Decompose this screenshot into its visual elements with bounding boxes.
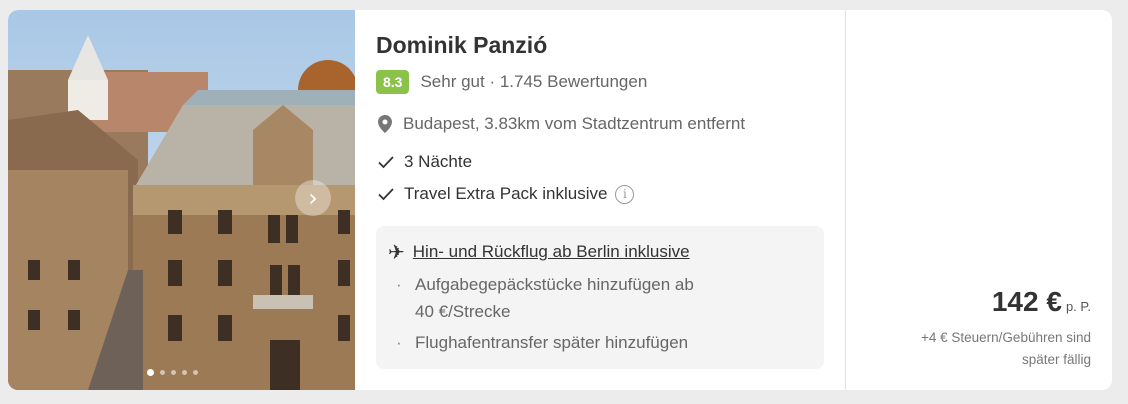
feature-nights: 3 Nächte	[378, 152, 472, 172]
rating-row: 8.3 Sehr gut · 1.745 Bewertungen	[376, 70, 647, 94]
pagination-dot[interactable]	[193, 370, 198, 375]
bullet-text: 40 €/Strecke	[415, 302, 511, 321]
next-image-button[interactable]: ›	[295, 180, 331, 216]
bullet-icon: ·	[396, 275, 402, 294]
rating-text[interactable]: Sehr gut · 1.745 Bewertungen	[420, 72, 647, 92]
location-text: Budapest, 3.83km vom Stadtzentrum entfer…	[403, 114, 746, 133]
image-pagination	[147, 369, 198, 376]
check-icon	[378, 156, 394, 169]
price-unit: p. P.	[1065, 299, 1091, 314]
tax-note: +4 € Steuern/Gebühren sind später fällig	[921, 327, 1091, 371]
score-badge: 8.3	[376, 70, 410, 94]
list-item: · Aufgabegepäckstücke hinzufügen ab 40 €…	[396, 271, 694, 325]
location-row: Budapest, 3.83km vom Stadtzentrum entfer…	[378, 114, 745, 134]
pagination-dot[interactable]	[160, 370, 165, 375]
hotel-name[interactable]: Dominik Panzió	[376, 32, 547, 59]
list-item: · Flughafentransfer später hinzufügen	[396, 329, 688, 356]
feature-text: 3 Nächte	[404, 152, 473, 171]
hotel-info: Dominik Panzió 8.3 Sehr gut · 1.745 Bewe…	[376, 10, 846, 390]
price-column: 142 € p. P. +4 € Steuern/Gebühren sind s…	[845, 10, 1112, 390]
tax-line: später fällig	[1021, 352, 1091, 367]
flight-link[interactable]: Hin- und Rückflug ab Berlin inklusive	[413, 242, 690, 262]
feature-text: Travel Extra Pack inklusive	[404, 184, 608, 203]
info-icon[interactable]: i	[615, 184, 635, 204]
hotel-photo[interactable]: ›	[8, 10, 355, 390]
flight-title-row: ✈ Hin- und Rückflug ab Berlin inklusive	[388, 240, 690, 264]
bullet-text: Aufgabegepäckstücke hinzufügen ab	[415, 275, 694, 294]
price[interactable]: 142 € p. P.	[992, 286, 1091, 318]
flight-box: ✈ Hin- und Rückflug ab Berlin inklusive …	[376, 226, 824, 369]
bullet-text: Flughafentransfer später hinzufügen	[415, 333, 689, 352]
chevron-right-icon: ›	[308, 184, 318, 212]
pagination-dot[interactable]	[171, 370, 176, 375]
price-value: 142 €	[991, 286, 1062, 317]
pagination-dot[interactable]	[182, 370, 187, 375]
hotel-card[interactable]: › Dominik Panzió 8.3 Sehr gut · 1.745 Be…	[8, 10, 1112, 390]
map-pin-icon	[378, 115, 392, 133]
check-icon	[378, 188, 394, 201]
feature-travel-extra-pack: Travel Extra Pack inklusive i	[378, 184, 635, 204]
pagination-dot[interactable]	[147, 369, 154, 376]
bullet-icon: ·	[396, 333, 402, 352]
plane-icon: ✈	[388, 240, 405, 264]
tax-line: +4 € Steuern/Gebühren sind	[921, 330, 1091, 345]
